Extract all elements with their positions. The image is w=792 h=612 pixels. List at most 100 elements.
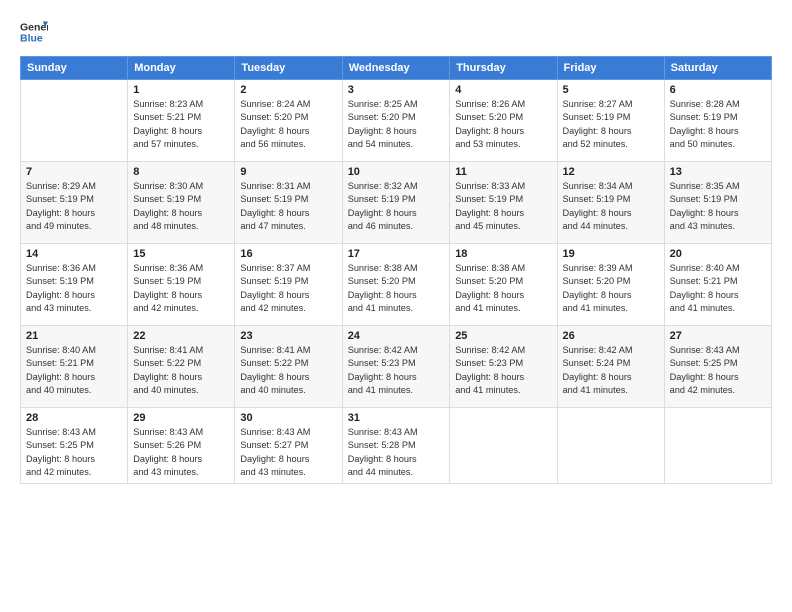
calendar-cell: 22Sunrise: 8:41 AMSunset: 5:22 PMDayligh… [128, 326, 235, 408]
day-number: 27 [670, 330, 766, 342]
calendar-cell: 9 Sunrise: 8:31 AMSunset: 5:19 PMDaylight… [235, 162, 342, 244]
calendar-cell: 25 Sunrise: 8:42 AMSunset: 5:23 PMDayligh… [450, 326, 557, 408]
day-number: 16 [240, 248, 336, 260]
weekday-friday: Friday [557, 57, 664, 80]
weekday-monday: Monday [128, 57, 235, 80]
day-info: Sunrise: 8:42 AMSunset: 5:23 PMDaylight:… [348, 344, 445, 397]
day-number: 13 [670, 166, 766, 178]
weekday-saturday: Saturday [664, 57, 771, 80]
day-info: Sunrise: 8:30 AMSunset: 5:19 PMDaylight:… [133, 180, 229, 233]
day-info: Sunrise: 8:43 AMSunset: 5:27 PMDaylight:… [240, 426, 336, 479]
week-row-5: 28Sunrise: 8:43 AMSunset: 5:25 PMDayligh… [21, 408, 772, 484]
day-number: 25 [455, 330, 551, 342]
day-number: 4 [455, 84, 551, 96]
calendar-cell: 2Sunrise: 8:24 AMSunset: 5:20 PMDaylight… [235, 80, 342, 162]
day-info: Sunrise: 8:42 AMSunset: 5:23 PMDaylight:… [455, 344, 551, 397]
day-number: 12 [563, 166, 659, 178]
week-row-4: 21 Sunrise: 8:40 AMSunset: 5:21 PMDayligh… [21, 326, 772, 408]
calendar-cell: 19Sunrise: 8:39 AMSunset: 5:20 PMDayligh… [557, 244, 664, 326]
day-info: Sunrise: 8:33 AMSunset: 5:19 PMDaylight:… [455, 180, 551, 233]
calendar-cell: 5Sunrise: 8:27 AMSunset: 5:19 PMDaylight… [557, 80, 664, 162]
day-number: 31 [348, 412, 445, 424]
day-info: Sunrise: 8:23 AMSunset: 5:21 PMDaylight:… [133, 98, 229, 151]
day-info: Sunrise: 8:29 AMSunset: 5:19 PMDaylight:… [26, 180, 122, 233]
day-number: 24 [348, 330, 445, 342]
day-info: Sunrise: 8:36 AMSunset: 5:19 PMDaylight:… [133, 262, 229, 315]
day-info: Sunrise: 8:27 AMSunset: 5:19 PMDaylight:… [563, 98, 659, 151]
calendar-cell [557, 408, 664, 484]
weekday-wednesday: Wednesday [342, 57, 450, 80]
day-info: Sunrise: 8:32 AMSunset: 5:19 PMDaylight:… [348, 180, 445, 233]
weekday-sunday: Sunday [21, 57, 128, 80]
day-info: Sunrise: 8:35 AMSunset: 5:19 PMDaylight:… [670, 180, 766, 233]
day-number: 7 [26, 166, 122, 178]
day-number: 8 [133, 166, 229, 178]
day-number: 20 [670, 248, 766, 260]
day-number: 15 [133, 248, 229, 260]
day-info: Sunrise: 8:40 AMSunset: 5:21 PMDaylight:… [26, 344, 122, 397]
day-number: 2 [240, 84, 336, 96]
day-info: Sunrise: 8:42 AMSunset: 5:24 PMDaylight:… [563, 344, 659, 397]
calendar-cell: 4 Sunrise: 8:26 AMSunset: 5:20 PMDaylight… [450, 80, 557, 162]
calendar-cell: 26 Sunrise: 8:42 AMSunset: 5:24 PMDayligh… [557, 326, 664, 408]
calendar-cell: 3 Sunrise: 8:25 AMSunset: 5:20 PMDaylight… [342, 80, 450, 162]
calendar-cell: 12 Sunrise: 8:34 AMSunset: 5:19 PMDayligh… [557, 162, 664, 244]
day-info: Sunrise: 8:31 AMSunset: 5:19 PMDaylight:… [240, 180, 336, 233]
calendar-cell [450, 408, 557, 484]
day-number: 17 [348, 248, 445, 260]
day-info: Sunrise: 8:34 AMSunset: 5:19 PMDaylight:… [563, 180, 659, 233]
calendar-cell [21, 80, 128, 162]
day-number: 14 [26, 248, 122, 260]
page: General Blue SundayMondayTuesdayWednesda… [0, 0, 792, 612]
calendar-cell: 29Sunrise: 8:43 AMSunset: 5:26 PMDayligh… [128, 408, 235, 484]
calendar-cell: 27 Sunrise: 8:43 AMSunset: 5:25 PMDayligh… [664, 326, 771, 408]
day-info: Sunrise: 8:36 AMSunset: 5:19 PMDaylight:… [26, 262, 122, 315]
day-number: 21 [26, 330, 122, 342]
logo: General Blue [20, 18, 48, 46]
calendar-cell: 15 Sunrise: 8:36 AMSunset: 5:19 PMDayligh… [128, 244, 235, 326]
day-number: 26 [563, 330, 659, 342]
svg-text:Blue: Blue [20, 33, 43, 45]
day-info: Sunrise: 8:39 AMSunset: 5:20 PMDaylight:… [563, 262, 659, 315]
weekday-thursday: Thursday [450, 57, 557, 80]
calendar-cell: 23Sunrise: 8:41 AMSunset: 5:22 PMDayligh… [235, 326, 342, 408]
day-info: Sunrise: 8:38 AMSunset: 5:20 PMDaylight:… [455, 262, 551, 315]
week-row-3: 14 Sunrise: 8:36 AMSunset: 5:19 PMDayligh… [21, 244, 772, 326]
calendar-cell: 10 Sunrise: 8:32 AMSunset: 5:19 PMDayligh… [342, 162, 450, 244]
day-number: 29 [133, 412, 229, 424]
calendar-cell: 16Sunrise: 8:37 AMSunset: 5:19 PMDayligh… [235, 244, 342, 326]
calendar-cell: 21 Sunrise: 8:40 AMSunset: 5:21 PMDayligh… [21, 326, 128, 408]
calendar: SundayMondayTuesdayWednesdayThursdayFrid… [20, 56, 772, 484]
calendar-cell: 30Sunrise: 8:43 AMSunset: 5:27 PMDayligh… [235, 408, 342, 484]
day-info: Sunrise: 8:28 AMSunset: 5:19 PMDaylight:… [670, 98, 766, 151]
day-info: Sunrise: 8:43 AMSunset: 5:28 PMDaylight:… [348, 426, 445, 479]
day-number: 3 [348, 84, 445, 96]
day-number: 11 [455, 166, 551, 178]
day-number: 9 [240, 166, 336, 178]
weekday-tuesday: Tuesday [235, 57, 342, 80]
calendar-cell: 31 Sunrise: 8:43 AMSunset: 5:28 PMDayligh… [342, 408, 450, 484]
day-info: Sunrise: 8:41 AMSunset: 5:22 PMDaylight:… [240, 344, 336, 397]
header: General Blue [20, 18, 772, 46]
weekday-header-row: SundayMondayTuesdayWednesdayThursdayFrid… [21, 57, 772, 80]
day-info: Sunrise: 8:43 AMSunset: 5:25 PMDaylight:… [670, 344, 766, 397]
week-row-2: 7 Sunrise: 8:29 AMSunset: 5:19 PMDaylight… [21, 162, 772, 244]
calendar-cell: 24 Sunrise: 8:42 AMSunset: 5:23 PMDayligh… [342, 326, 450, 408]
calendar-cell: 28Sunrise: 8:43 AMSunset: 5:25 PMDayligh… [21, 408, 128, 484]
calendar-cell: 17Sunrise: 8:38 AMSunset: 5:20 PMDayligh… [342, 244, 450, 326]
day-info: Sunrise: 8:40 AMSunset: 5:21 PMDaylight:… [670, 262, 766, 315]
calendar-cell [664, 408, 771, 484]
calendar-cell: 11 Sunrise: 8:33 AMSunset: 5:19 PMDayligh… [450, 162, 557, 244]
calendar-cell: 13 Sunrise: 8:35 AMSunset: 5:19 PMDayligh… [664, 162, 771, 244]
week-row-1: 1 Sunrise: 8:23 AMSunset: 5:21 PMDaylight… [21, 80, 772, 162]
day-info: Sunrise: 8:25 AMSunset: 5:20 PMDaylight:… [348, 98, 445, 151]
calendar-cell: 6Sunrise: 8:28 AMSunset: 5:19 PMDaylight… [664, 80, 771, 162]
calendar-cell: 18Sunrise: 8:38 AMSunset: 5:20 PMDayligh… [450, 244, 557, 326]
calendar-cell: 7 Sunrise: 8:29 AMSunset: 5:19 PMDaylight… [21, 162, 128, 244]
day-number: 10 [348, 166, 445, 178]
day-info: Sunrise: 8:43 AMSunset: 5:25 PMDaylight:… [26, 426, 122, 479]
day-number: 1 [133, 84, 229, 96]
calendar-cell: 8 Sunrise: 8:30 AMSunset: 5:19 PMDaylight… [128, 162, 235, 244]
day-info: Sunrise: 8:41 AMSunset: 5:22 PMDaylight:… [133, 344, 229, 397]
day-info: Sunrise: 8:26 AMSunset: 5:20 PMDaylight:… [455, 98, 551, 151]
